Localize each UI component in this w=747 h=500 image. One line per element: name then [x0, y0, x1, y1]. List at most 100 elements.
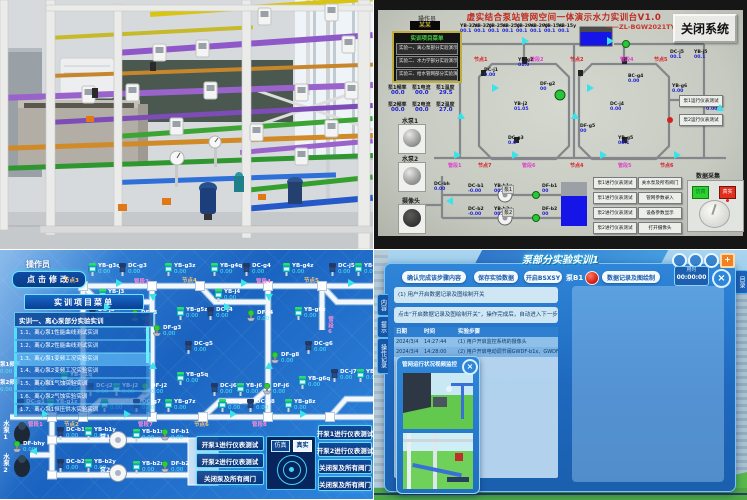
training-menu-item[interactable]: 1.3、离心泵1变频工况实验实训: [14, 353, 151, 366]
utility-button[interactable]: 管网参数录入: [638, 192, 682, 204]
sensor-icon[interactable]: [164, 263, 173, 278]
sensor-icon[interactable]: [284, 399, 293, 414]
training-menu-main-item[interactable]: 实训一、离心泵部分实验实训: [14, 312, 154, 327]
pump-test-button[interactable]: 泵2进行仪表测试: [593, 207, 637, 219]
node-label: 节点5: [654, 56, 667, 63]
valve-icon[interactable]: [246, 310, 256, 324]
utility-button[interactable]: 设备参数显示: [638, 207, 682, 219]
video-popup-close-button[interactable]: ×: [462, 359, 478, 375]
sensor-icon[interactable]: [282, 263, 291, 278]
pump-test-button[interactable]: 泵1进行仪表测试: [593, 192, 637, 204]
sensor-icon[interactable]: [294, 307, 303, 322]
real-mode-button[interactable]: 真实: [293, 440, 312, 452]
sensor-icon[interactable]: [118, 263, 127, 278]
simulation-button[interactable]: 仿真: [692, 186, 709, 199]
modal-close-button[interactable]: ×: [712, 269, 731, 288]
training-menu-item[interactable]: 1.5、离心泵1气蚀实验实训: [14, 378, 151, 391]
sensor-icon[interactable]: [246, 399, 255, 414]
side-tab-3[interactable]: 操作记录: [377, 338, 388, 374]
confirm-step-button[interactable]: 确认完成该步骤内容: [402, 271, 466, 283]
right-parameter-panel: [572, 286, 724, 482]
training-menu-item[interactable]: 1.4、离心泵2变频工况实验实训: [14, 365, 151, 378]
sensor-icon[interactable]: [176, 372, 185, 387]
side-tab-2[interactable]: 提示: [377, 316, 388, 338]
utility-button[interactable]: 关水泵及所有阀门: [638, 177, 682, 189]
sensor-icon[interactable]: [304, 341, 313, 356]
sensor-icon[interactable]: [184, 341, 193, 356]
water-pump-label: 水泵1: [2, 420, 9, 441]
window-title: 泵部分实验实训1: [522, 251, 599, 266]
pump-param-value: 29.5: [439, 90, 453, 96]
data-record-plot-button[interactable]: 数据记录及图绘制: [602, 271, 660, 283]
sensor-icon[interactable]: [84, 459, 93, 474]
sensor-icon[interactable]: [164, 399, 173, 414]
sensor-icon[interactable]: [354, 263, 363, 278]
valve-icon[interactable]: [12, 441, 22, 455]
pump-test-button[interactable]: 泵2进行仪表测试: [593, 222, 637, 234]
daq-knob[interactable]: [699, 200, 730, 228]
sensor-icon[interactable]: [56, 427, 65, 442]
utility-button[interactable]: 打开摄像头: [638, 222, 682, 234]
sensor-icon[interactable]: [88, 263, 97, 278]
log-cell: 14:27:44: [424, 337, 458, 347]
pump-test-button[interactable]: 开泵1进行仪表测试: [318, 425, 372, 440]
pump-test-button[interactable]: 开泵1进行仪表测试: [196, 436, 264, 451]
valve-tag: YB-j201.05: [514, 102, 529, 112]
training-menu-item[interactable]: 1.1、离心泵1性能曲线测试实训: [14, 327, 151, 340]
side-tab-1[interactable]: 内容: [377, 294, 388, 316]
sensor-icon[interactable]: [218, 399, 227, 414]
catalog-side-tab[interactable]: 目录: [735, 270, 747, 294]
model-code: ——ZL-BGW2021TY-1: [606, 23, 682, 31]
valve-icon[interactable]: [160, 429, 170, 443]
sensor-icon[interactable]: [242, 263, 251, 278]
sensor-icon[interactable]: [132, 429, 141, 444]
menu-item[interactable]: 实验三、给水管网部分实验演示: [396, 69, 458, 81]
sensor-icon[interactable]: [328, 263, 337, 278]
valve-tag: DF-b100: [542, 184, 557, 194]
sensor-icon[interactable]: [210, 263, 219, 278]
sensor-icon[interactable]: [210, 383, 219, 398]
pump-test-button[interactable]: 开泵2进行仪表测试: [318, 442, 372, 457]
menu-scrollbar[interactable]: [146, 327, 149, 416]
close-system-button[interactable]: 关闭系统: [673, 14, 737, 43]
node-label: 节点7: [478, 162, 491, 169]
sensor-icon[interactable]: [298, 376, 307, 391]
flow-arrow-icon: [124, 410, 131, 418]
close-all-valves-button[interactable]: 关闭泵及所有阀门: [318, 476, 372, 491]
sensor-icon[interactable]: [214, 289, 223, 304]
valve-icon[interactable]: [160, 461, 170, 475]
valve-tag: DC-g30.0: [508, 136, 524, 146]
sensor-icon[interactable]: [132, 461, 141, 476]
flow-arrow-icon: [716, 104, 724, 111]
training-menu-item[interactable]: 1.2、离心泵2性能曲线测试实训: [14, 340, 151, 353]
add-icon[interactable]: +: [720, 253, 735, 268]
real-button[interactable]: 真实: [719, 186, 736, 199]
valve-icon[interactable]: [152, 325, 162, 339]
sensor-icon[interactable]: [356, 369, 365, 384]
save-data-button[interactable]: 保存实验数据: [474, 271, 518, 283]
menu-item[interactable]: 实验一、离心泵部分实验演示: [396, 43, 458, 55]
sensor-icon[interactable]: [176, 307, 185, 322]
close-all-valves-button[interactable]: 关闭泵及所有阀门: [318, 459, 372, 474]
open-bsxsy-button[interactable]: 开启BSXSY: [524, 271, 562, 283]
pump-test-button[interactable]: 泵1进行仪表测试: [593, 177, 637, 189]
close-all-valves-button[interactable]: 关闭泵及所有阀门: [196, 470, 264, 485]
sensor-icon[interactable]: [84, 427, 93, 442]
pump-test-button[interactable]: 泵2运行仪表测试: [679, 114, 723, 126]
instrument: YB-j50.00: [354, 263, 373, 278]
operator-name: 某某: [410, 21, 440, 30]
valve-icon[interactable]: [262, 383, 272, 397]
log-table-row[interactable]: 2024/3/414:27:44(1) 用户开启监控系统的摄像头: [394, 337, 558, 347]
sensor-icon[interactable]: [56, 459, 65, 474]
pump-b1-start-button[interactable]: [585, 271, 599, 285]
sensor-icon[interactable]: [330, 369, 339, 384]
training-menu-item[interactable]: 1.6、离心泵2气蚀实验实训: [14, 391, 151, 404]
simulation-mode-button[interactable]: 仿真: [271, 440, 290, 452]
pipe-node-label: 节点3: [64, 276, 79, 284]
menu-item[interactable]: 实验二、水力学部分实验演示: [396, 56, 458, 68]
sensor-icon[interactable]: [236, 383, 245, 398]
flow-arrow-icon: [300, 410, 307, 418]
instrument: DF-j40.00: [246, 310, 273, 324]
sensor-icon[interactable]: [206, 307, 215, 322]
pump-test-button[interactable]: 开泵2进行仪表测试: [196, 453, 264, 468]
